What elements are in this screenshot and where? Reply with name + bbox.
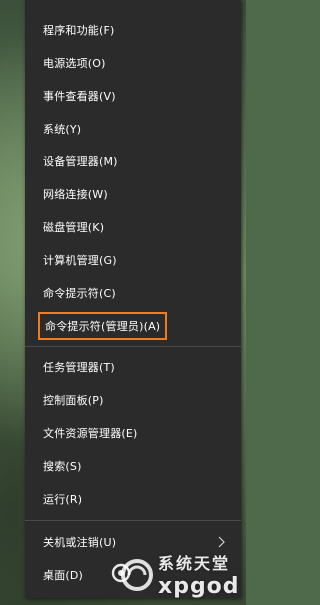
menu-item-control-panel[interactable]: 控制面板(P) xyxy=(25,386,241,414)
menu-item-search[interactable]: 搜索(S) xyxy=(25,452,241,480)
watermark-logo-icon xyxy=(121,559,153,591)
menu-item-label: 系统(Y) xyxy=(43,123,82,136)
menu-item-power-options[interactable]: 电源选项(O) xyxy=(25,49,241,77)
menu-item-command-prompt[interactable]: 命令提示符(C) xyxy=(25,279,241,307)
menu-item-event-viewer[interactable]: 事件查看器(V) xyxy=(25,82,241,110)
menu-item-label: 控制面板(P) xyxy=(43,394,104,407)
menu-item-command-prompt-admin[interactable]: 命令提示符(管理员)(A) xyxy=(25,312,241,340)
menu-item-network-connections[interactable]: 网络连接(W) xyxy=(25,180,241,208)
menu-item-device-manager[interactable]: 设备管理器(M) xyxy=(25,147,241,175)
menu-item-task-manager[interactable]: 任务管理器(T) xyxy=(25,353,241,381)
watermark-text-cn: 系统天堂 xyxy=(158,554,231,573)
menu-item-label: 程序和功能(F) xyxy=(43,24,115,37)
site-watermark: 系统天堂 xpgod xyxy=(120,548,246,605)
menu-item-programs-features[interactable]: 程序和功能(F) xyxy=(25,16,241,44)
menu-item-label: 任务管理器(T) xyxy=(43,361,115,374)
menu-item-label: 网络连接(W) xyxy=(43,188,108,201)
menu-item-file-explorer[interactable]: 文件资源管理器(E) xyxy=(25,419,241,447)
menu-item-computer-management[interactable]: 计算机管理(G) xyxy=(25,246,241,274)
menu-item-label: 命令提示符(管理员)(A) xyxy=(37,312,168,340)
menu-item-label: 桌面(D) xyxy=(43,569,84,582)
chevron-right-icon xyxy=(218,536,225,548)
menu-separator xyxy=(25,520,241,521)
menu-item-label: 计算机管理(G) xyxy=(43,254,117,267)
menu-item-label: 关机或注销(U) xyxy=(43,536,117,549)
menu-item-label: 运行(R) xyxy=(43,493,83,506)
menu-item-label: 搜索(S) xyxy=(43,460,82,473)
menu-item-system[interactable]: 系统(Y) xyxy=(25,115,241,143)
menu-item-disk-management[interactable]: 磁盘管理(K) xyxy=(25,213,241,241)
menu-separator xyxy=(25,346,241,347)
menu-item-label: 文件资源管理器(E) xyxy=(43,427,138,440)
menu-item-label: 磁盘管理(K) xyxy=(43,221,105,234)
watermark-text-en: xpgod xyxy=(158,574,240,599)
menu-item-label: 事件查看器(V) xyxy=(43,90,116,103)
winx-context-menu: 程序和功能(F) 电源选项(O) 事件查看器(V) 系统(Y) 设备管理器(M)… xyxy=(25,0,241,598)
menu-item-run[interactable]: 运行(R) xyxy=(25,485,241,513)
menu-item-label: 命令提示符(C) xyxy=(43,287,116,300)
menu-item-label: 设备管理器(M) xyxy=(43,155,118,168)
menu-item-label: 电源选项(O) xyxy=(43,57,106,70)
